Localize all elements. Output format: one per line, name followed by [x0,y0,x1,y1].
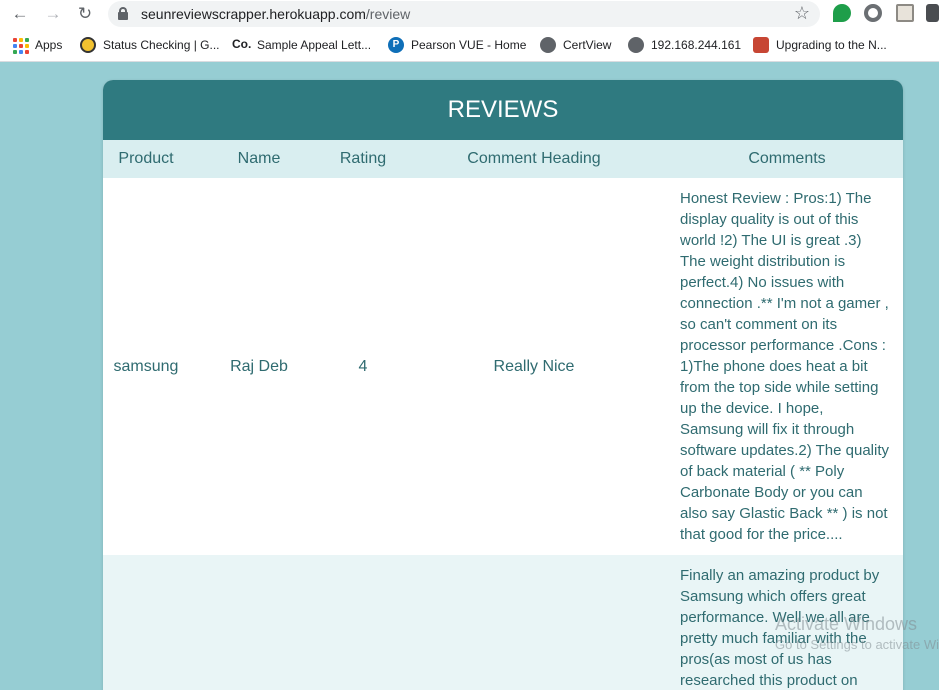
cell-heading [397,555,671,690]
cell-rating [329,555,397,690]
activate-windows-watermark: Activate Windows Go to Settings to activ… [775,614,939,652]
address-bar[interactable]: seunreviewscrapper.herokuapp.com/review … [108,1,820,27]
cell-comment: Honest Review : Pros:1) The display qual… [671,178,903,555]
column-header-name: Name [237,150,281,167]
bookmark-certview[interactable]: CertView [540,37,611,53]
bookmark-upgrading[interactable]: Upgrading to the N... [753,37,887,53]
cell-rating: 4 [329,178,397,555]
url-text[interactable]: seunreviewscrapper.herokuapp.com/review [141,6,410,22]
cell-heading: Really Nice [397,178,671,555]
reload-icon[interactable]: ↻ [74,3,96,25]
pearson-icon: P [388,37,404,53]
bookmarks-bar: Apps Status Checking | G... Co. Sample A… [0,28,939,62]
lock-icon [118,7,128,20]
bookmark-ip-address[interactable]: 192.168.244.161 [628,37,741,53]
bookmark-pearson-vue[interactable]: P Pearson VUE - Home [388,37,526,53]
bee-icon [80,37,96,53]
cell-name [189,555,329,690]
extension-refresh-icon[interactable] [864,4,882,22]
cell-product: samsung [103,178,189,555]
extensions-puzzle-icon[interactable] [926,4,939,22]
forward-arrow-icon[interactable]: → [42,3,64,25]
table-row: samsung Raj Deb 4 Really Nice Honest Rev… [103,178,903,555]
globe-icon [628,37,644,53]
oracle-icon [753,37,769,53]
apps-grid-icon [12,37,29,54]
bookmark-star-icon[interactable]: ☆ [794,3,810,24]
table-header-row: Product Name Rating Comment Heading Comm… [103,140,903,178]
cell-name: Raj Deb [189,178,329,555]
column-header-comment-heading: Comment Heading [467,150,601,167]
bookmark-sample-appeal[interactable]: Co. Sample Appeal Lett... [232,37,371,53]
reviews-table: Product Name Rating Comment Heading Comm… [103,140,903,690]
browser-toolbar: ← → ↻ seunreviewscrapper.herokuapp.com/r… [0,0,939,28]
column-header-rating: Rating [339,150,387,167]
extension-green-icon[interactable] [833,4,851,22]
cell-product [103,555,189,690]
bookmark-status-checking[interactable]: Status Checking | G... [80,37,220,53]
back-arrow-icon[interactable]: ← [9,3,31,25]
column-header-product: Product [118,150,174,167]
globe-icon [540,37,556,53]
reviews-card: REVIEWS Product Name Rating Comment Head… [103,80,903,690]
bookmark-apps[interactable]: Apps [12,37,62,54]
page-title: REVIEWS [103,80,903,140]
column-header-comments: Comments [748,150,826,167]
extension-chart-icon[interactable] [896,4,914,22]
co-icon: Co. [232,37,252,51]
